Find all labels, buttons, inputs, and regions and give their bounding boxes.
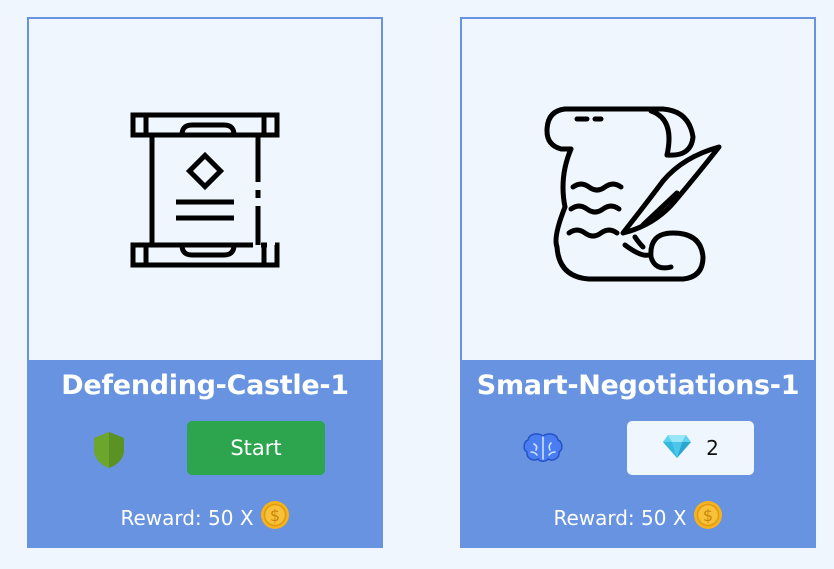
quest-card-smart-negotiations[interactable]: Smart-Negotiations-1 2 Reward: 50 X $ (460, 17, 816, 548)
card-art (29, 19, 381, 364)
brain-icon (523, 432, 563, 468)
price-value: 2 (706, 436, 719, 460)
reward-row: Reward: 50 X $ (27, 500, 383, 535)
reward-label: Reward: 50 X (120, 505, 254, 530)
parchment-quill-icon (544, 106, 722, 281)
diamond-icon (662, 433, 692, 464)
shield-icon (91, 430, 127, 474)
scroll-document-icon (130, 112, 280, 267)
quest-card-defending-castle[interactable]: Defending-Castle-1 Start Reward: 50 X $ (27, 17, 383, 548)
svg-text:$: $ (702, 506, 712, 525)
card-footer: Defending-Castle-1 Start Reward: 50 X $ (27, 360, 383, 548)
price-button[interactable]: 2 (627, 421, 754, 475)
card-footer: Smart-Negotiations-1 2 Reward: 50 X $ (460, 360, 816, 548)
gold-coin-icon: $ (260, 500, 290, 535)
gold-coin-icon: $ (693, 500, 723, 535)
reward-label: Reward: 50 X (553, 505, 687, 530)
start-button[interactable]: Start (187, 421, 325, 475)
svg-text:$: $ (269, 506, 279, 525)
card-title: Smart-Negotiations-1 (476, 370, 800, 401)
card-title: Defending-Castle-1 (61, 370, 349, 401)
card-art (462, 19, 814, 364)
reward-row: Reward: 50 X $ (460, 500, 816, 535)
